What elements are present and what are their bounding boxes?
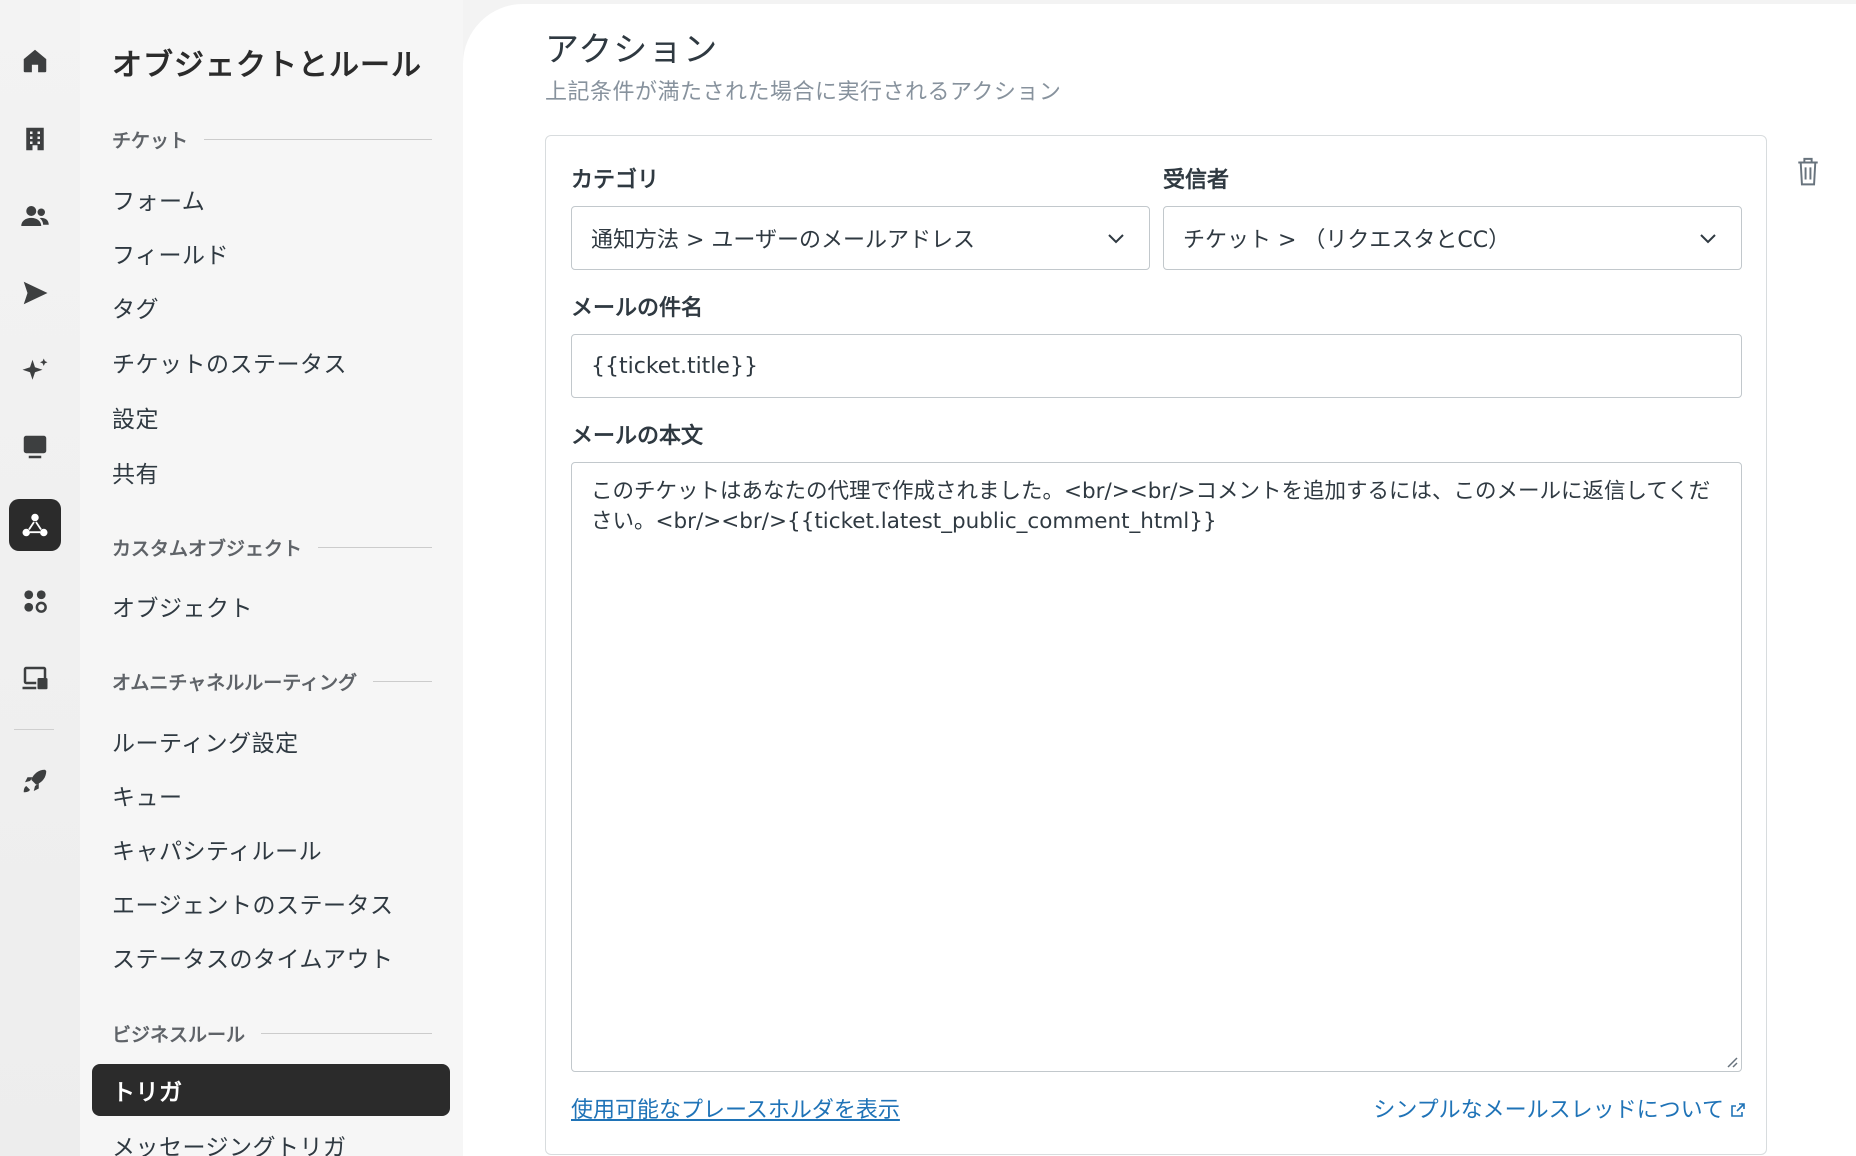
nav-item-sharing[interactable]: 共有 xyxy=(112,455,159,489)
subject-input[interactable]: {{ticket.title}} xyxy=(571,334,1742,398)
category-label: カテゴリ xyxy=(571,168,660,193)
rail-divider xyxy=(14,729,54,730)
nav-section-label: オムニチャネルルーティング xyxy=(112,672,358,694)
simple-thread-link-text: シンプルなメールスレッドについて xyxy=(1373,1098,1724,1123)
building-icon[interactable] xyxy=(9,113,61,165)
chevron-down-icon xyxy=(1108,234,1124,244)
recipient-select[interactable]: チケット > （リクエスタとCC） xyxy=(1163,206,1742,270)
section-subtitle: 上記条件が満たされた場合に実行されるアクション xyxy=(545,80,1062,105)
show-placeholders-link[interactable]: 使用可能なプレースホルダを表示 xyxy=(571,1092,900,1124)
nav-item-triggers[interactable]: トリガ xyxy=(92,1064,450,1116)
section-title: アクション xyxy=(545,30,719,70)
body-textarea[interactable]: このチケットはあなたの代理で作成されました。<br/><br/>コメントを追加す… xyxy=(571,462,1742,1072)
body-label: メールの本文 xyxy=(571,424,704,449)
trash-icon[interactable] xyxy=(1793,154,1823,188)
resize-handle-icon[interactable] xyxy=(1724,1054,1738,1068)
nav-item-capacity-rules[interactable]: キャパシティルール xyxy=(112,832,322,866)
nav-item-fields[interactable]: フィールド xyxy=(112,236,229,270)
body-text: このチケットはあなたの代理で作成されました。<br/><br/>コメントを追加す… xyxy=(591,479,1711,534)
secondary-nav: オブジェクトとルール チケット フォーム フィールド タグ チケットのステータス… xyxy=(80,0,463,1156)
nav-item-status-timeout[interactable]: ステータスのタイムアウト xyxy=(112,940,394,974)
external-link-icon xyxy=(1731,1103,1745,1117)
subject-label: メールの件名 xyxy=(571,296,704,321)
recipient-value: チケット > （リクエスタとCC） xyxy=(1183,228,1511,253)
category-value: 通知方法 > ユーザーのメールアドレス xyxy=(591,228,975,253)
home-icon[interactable] xyxy=(9,35,61,87)
apps-icon[interactable] xyxy=(9,575,61,627)
main-panel: アクション 上記条件が満たされた場合に実行されるアクション カテゴリ 通知方法 … xyxy=(463,4,1856,1156)
workspace-icon[interactable] xyxy=(9,652,61,704)
nav-item-queues[interactable]: キュー xyxy=(112,778,183,812)
nav-item-objects[interactable]: オブジェクト xyxy=(112,589,253,623)
nav-item-routing-settings[interactable]: ルーティング設定 xyxy=(112,724,299,758)
nav-section-tickets: チケット xyxy=(112,126,432,153)
nav-item-agent-statuses[interactable]: エージェントのステータス xyxy=(112,886,394,920)
recipient-label: 受信者 xyxy=(1163,168,1230,193)
nav-item-settings[interactable]: 設定 xyxy=(112,400,159,434)
monitor-icon[interactable] xyxy=(9,421,61,473)
send-icon[interactable] xyxy=(9,267,61,319)
nav-section-custom-objects: カスタムオブジェクト xyxy=(112,534,432,561)
rocket-icon[interactable] xyxy=(9,755,61,807)
action-card: カテゴリ 通知方法 > ユーザーのメールアドレス 受信者 チケット > （リクエ… xyxy=(545,135,1767,1155)
product-rail xyxy=(0,0,80,1156)
nav-item-messaging-triggers[interactable]: メッセージングトリガ xyxy=(112,1128,347,1156)
nav-section-label: ビジネスルール xyxy=(112,1024,246,1046)
chevron-down-icon xyxy=(1700,234,1716,244)
nav-item-tags[interactable]: タグ xyxy=(112,290,159,324)
category-select[interactable]: 通知方法 > ユーザーのメールアドレス xyxy=(571,206,1150,270)
nav-section-label: カスタムオブジェクト xyxy=(112,538,303,560)
nav-item-ticket-statuses[interactable]: チケットのステータス xyxy=(112,345,347,379)
objects-rules-icon[interactable] xyxy=(9,499,61,551)
sparkle-icon[interactable] xyxy=(9,345,61,397)
people-icon[interactable] xyxy=(9,190,61,242)
nav-section-label: チケット xyxy=(112,130,189,152)
nav-item-forms[interactable]: フォーム xyxy=(112,182,205,216)
nav-section-omnichannel: オムニチャネルルーティング xyxy=(112,668,432,695)
nav-title: オブジェクトとルール xyxy=(112,48,422,83)
nav-section-business-rules: ビジネスルール xyxy=(112,1020,432,1047)
simple-thread-link[interactable]: シンプルなメールスレッドについて xyxy=(1373,1092,1746,1124)
